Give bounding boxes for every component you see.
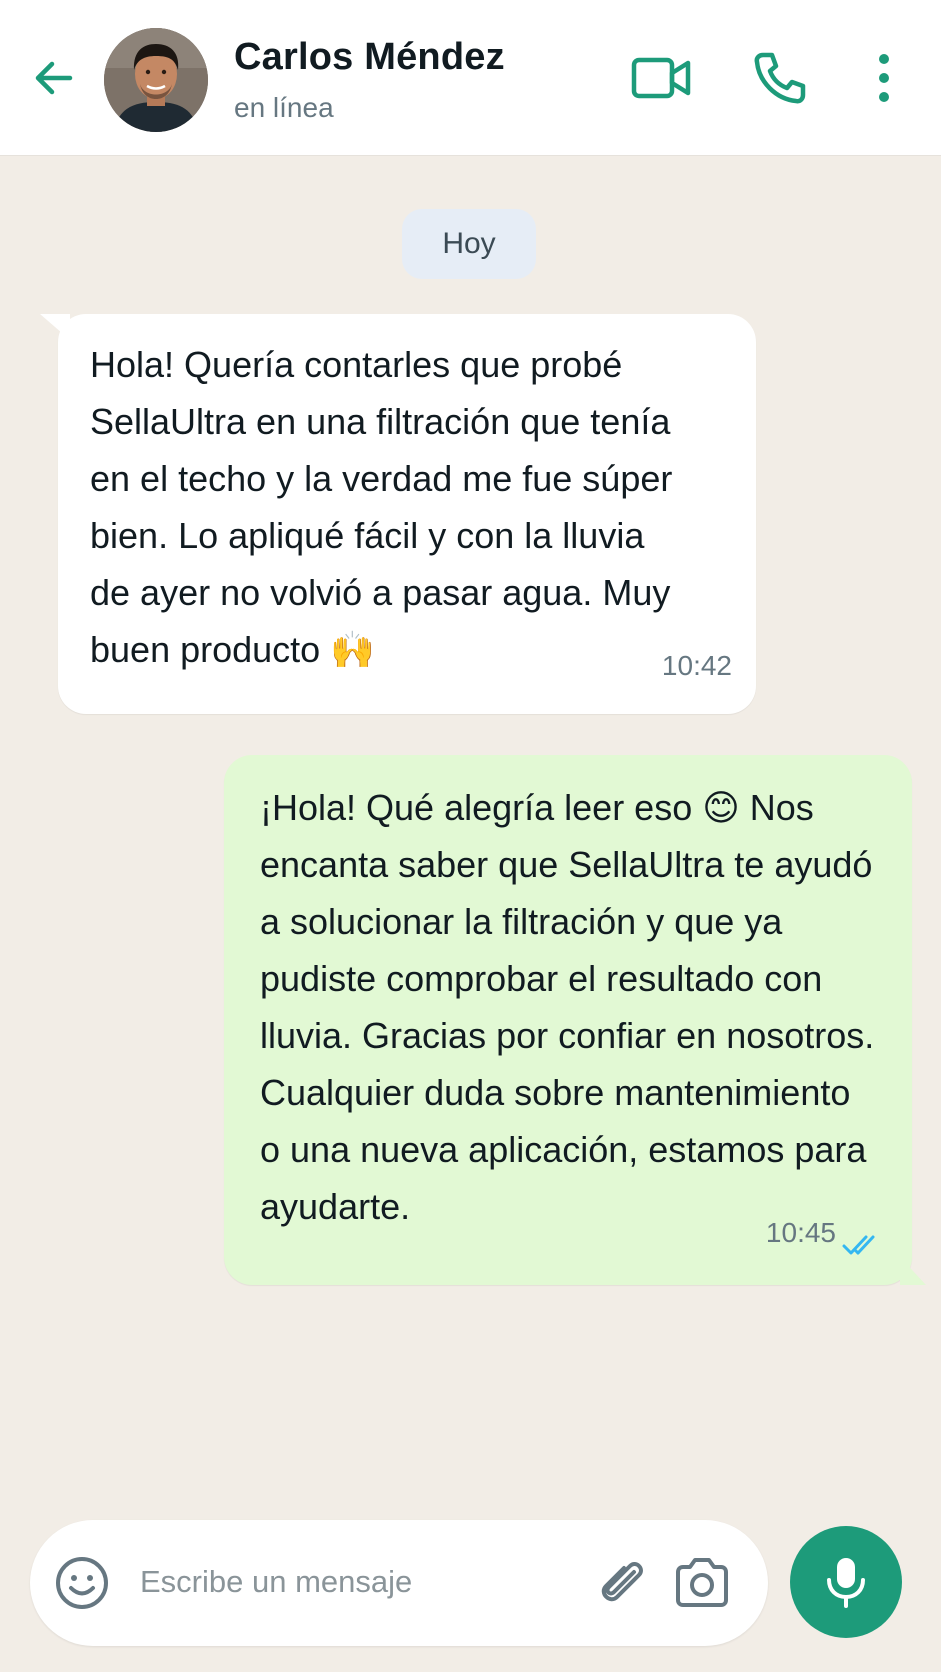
voice-message-button[interactable] xyxy=(790,1526,902,1638)
message-composer xyxy=(30,1520,768,1646)
message-input[interactable] xyxy=(140,1550,600,1614)
phone-icon xyxy=(754,52,806,104)
contact-status: en línea xyxy=(234,92,334,123)
message-line: Hola! Quería contarles que probé xyxy=(90,344,623,385)
bubble-tail xyxy=(900,1257,926,1285)
contact-name[interactable]: Carlos Méndez xyxy=(234,36,505,79)
more-options-button[interactable] xyxy=(854,46,914,110)
double-check-read-icon xyxy=(842,1235,875,1255)
message-line: Cualquier duda sobre mantenimiento xyxy=(260,1072,851,1113)
message-time: 10:42 xyxy=(661,650,732,681)
message-line: lluvia. Gracias por confiar en nosotros. xyxy=(260,1015,875,1056)
camera-button[interactable] xyxy=(670,1550,734,1614)
message-line: buen producto 🙌 xyxy=(90,629,376,670)
chat-header: Carlos Méndez en línea xyxy=(0,0,941,156)
microphone-icon xyxy=(827,1558,865,1608)
outgoing-message[interactable]: ¡Hola! Qué alegría leer eso 😊 Nos encant… xyxy=(224,755,912,1285)
incoming-message[interactable]: Hola! Quería contarles que probé SellaUl… xyxy=(58,314,756,714)
emoji-button[interactable] xyxy=(50,1551,114,1615)
avatar[interactable] xyxy=(104,28,208,132)
person-photo-icon xyxy=(104,28,208,132)
message-line: o una nueva aplicación, estamos para xyxy=(260,1129,867,1170)
attach-button[interactable] xyxy=(590,1550,654,1614)
message-line: ¡Hola! Qué alegría leer eso 😊 Nos xyxy=(260,787,814,828)
video-call-button[interactable] xyxy=(630,46,694,110)
date-chip: Hoy xyxy=(402,209,536,279)
more-vertical-icon xyxy=(879,54,889,102)
chat-area[interactable]: Hoy Hola! Quería contarles que probé Sel… xyxy=(0,157,941,1500)
message-line: pudiste comprobar el resultado con xyxy=(260,958,823,999)
video-camera-icon xyxy=(631,57,691,99)
emoji-icon xyxy=(56,1557,108,1609)
message-time: 10:45 xyxy=(765,1217,836,1248)
message-line: en el techo y la verdad me fue súper xyxy=(90,458,673,499)
message-line: SellaUltra en una filtración que tenía xyxy=(90,401,671,442)
paperclip-icon xyxy=(601,1562,643,1602)
arrow-left-icon xyxy=(35,61,73,95)
message-line: de ayer no volvió a pasar agua. Muy xyxy=(90,572,671,613)
back-button[interactable] xyxy=(24,48,84,108)
voice-call-button[interactable] xyxy=(748,46,812,110)
camera-icon xyxy=(676,1558,728,1607)
message-line: a solucionar la filtración y que ya xyxy=(260,901,783,942)
message-line: encanta saber que SellaUltra te ayudó xyxy=(260,844,873,885)
message-line: bien. Lo apliqué fácil y con la lluvia xyxy=(90,515,645,556)
